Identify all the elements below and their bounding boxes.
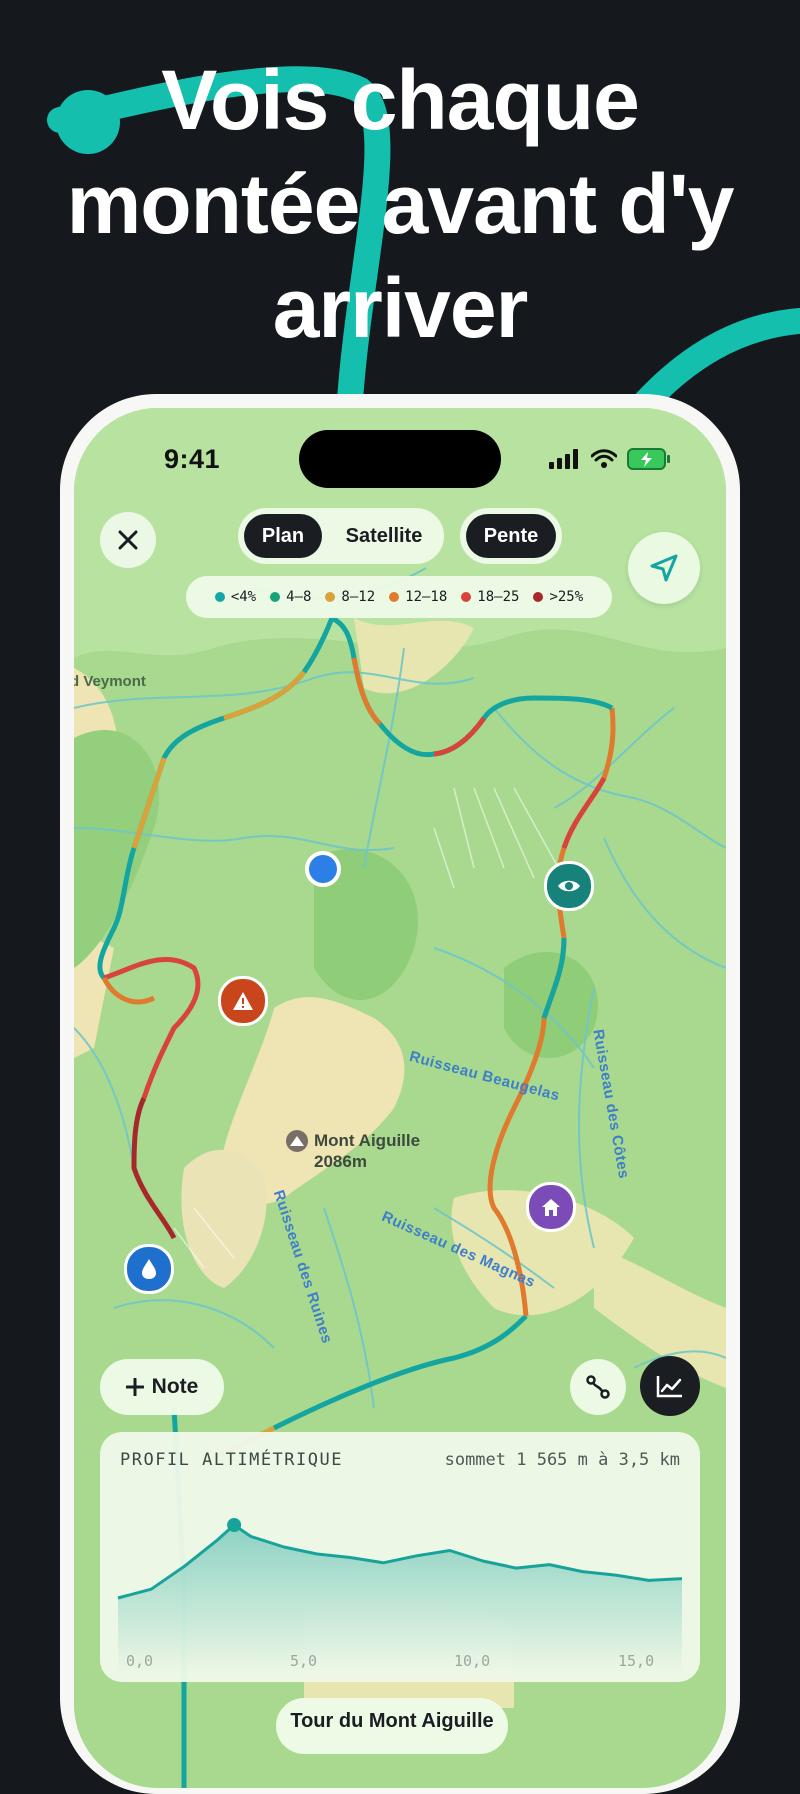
summit-marker xyxy=(227,1518,242,1532)
water-marker[interactable] xyxy=(124,1244,174,1294)
legend-item: 8–12 xyxy=(325,589,375,605)
legend-dot xyxy=(533,592,544,602)
shelter-marker[interactable] xyxy=(526,1182,576,1232)
headline-line-3: arriver xyxy=(272,261,529,355)
peak-label: Mont Aiguille 2086m xyxy=(314,1130,420,1172)
legend-label: <4% xyxy=(230,589,257,605)
legend-dot xyxy=(270,592,281,602)
battery-charging-icon xyxy=(627,448,670,470)
slope-toggle-wrap: Pente xyxy=(460,508,562,564)
water-drop-icon xyxy=(142,1259,156,1279)
legend-dot xyxy=(325,592,336,602)
current-position-marker[interactable] xyxy=(305,851,341,887)
legend-item: >25% xyxy=(533,589,583,605)
headline-line-2: montée avant d'y xyxy=(66,157,735,251)
dynamic-island xyxy=(299,430,501,488)
slope-legend: <4% 4–8 8–12 12–18 18–25 >25% xyxy=(186,576,612,618)
legend-dot xyxy=(461,592,472,602)
x-tick-label: 10,0 xyxy=(454,1652,491,1670)
legend-label: 12–18 xyxy=(405,589,448,605)
home-icon xyxy=(542,1199,560,1216)
x-tick-label: 0,0 xyxy=(126,1652,154,1670)
x-tick-label: 5,0 xyxy=(290,1652,318,1670)
status-time: 9:41 xyxy=(164,444,221,474)
legend-item: <4% xyxy=(214,589,257,605)
cellular-signal-icon xyxy=(549,449,578,469)
plus-icon xyxy=(125,1378,144,1396)
legend-item: 18–25 xyxy=(461,589,519,605)
legend-label: >25% xyxy=(549,589,584,605)
peak-name: Mont Aiguille xyxy=(314,1131,421,1150)
warning-icon xyxy=(233,992,253,1010)
mountain-icon xyxy=(286,1130,308,1152)
line-chart-icon xyxy=(656,1376,682,1398)
elevation-area xyxy=(118,1525,682,1672)
location-arrow-icon xyxy=(650,554,678,582)
eye-icon xyxy=(558,880,580,892)
route-icon xyxy=(586,1375,610,1399)
map-layer-switch: Plan Satellite xyxy=(238,508,444,564)
peak-elevation: 2086m xyxy=(314,1152,367,1171)
place-label: d Veymont xyxy=(74,673,146,690)
legend-dot xyxy=(389,592,400,602)
elevation-profile-card[interactable]: PROFIL ALTIMÉTRIQUE sommet 1 565 m à 3,5… xyxy=(100,1432,700,1682)
route-button[interactable] xyxy=(570,1359,626,1415)
slope-toggle-button[interactable]: Pente xyxy=(466,514,556,558)
elevation-chart xyxy=(117,1518,683,1672)
phone-screen: 9:41 Plan Satellite Pente <4% 4–8 8–12 1… xyxy=(74,408,726,1788)
layer-plan-button[interactable]: Plan xyxy=(244,514,322,558)
x-tick-label: 15,0 xyxy=(618,1652,655,1670)
trip-title[interactable]: Tour du Mont Aiguille xyxy=(276,1698,508,1754)
headline: Vois chaque montée avant d'y arriver xyxy=(0,48,800,360)
legend-item: 12–18 xyxy=(389,589,447,605)
close-icon xyxy=(118,530,138,550)
add-note-button[interactable]: Note xyxy=(100,1359,224,1415)
legend-label: 8–12 xyxy=(341,589,376,605)
locate-button[interactable] xyxy=(628,532,700,604)
note-label: Note xyxy=(151,1375,199,1398)
status-icons xyxy=(549,448,671,470)
legend-dot xyxy=(214,592,225,602)
headline-line-1: Vois chaque xyxy=(161,53,640,147)
wifi-icon xyxy=(591,449,617,468)
legend-label: 18–25 xyxy=(477,589,520,605)
legend-label: 4–8 xyxy=(286,589,312,605)
viewpoint-marker[interactable] xyxy=(544,861,594,911)
close-button[interactable] xyxy=(100,512,156,568)
danger-marker[interactable] xyxy=(218,976,268,1026)
elevation-chart-button[interactable] xyxy=(640,1356,700,1416)
layer-satellite-button[interactable]: Satellite xyxy=(330,514,438,558)
legend-item: 4–8 xyxy=(270,589,311,605)
